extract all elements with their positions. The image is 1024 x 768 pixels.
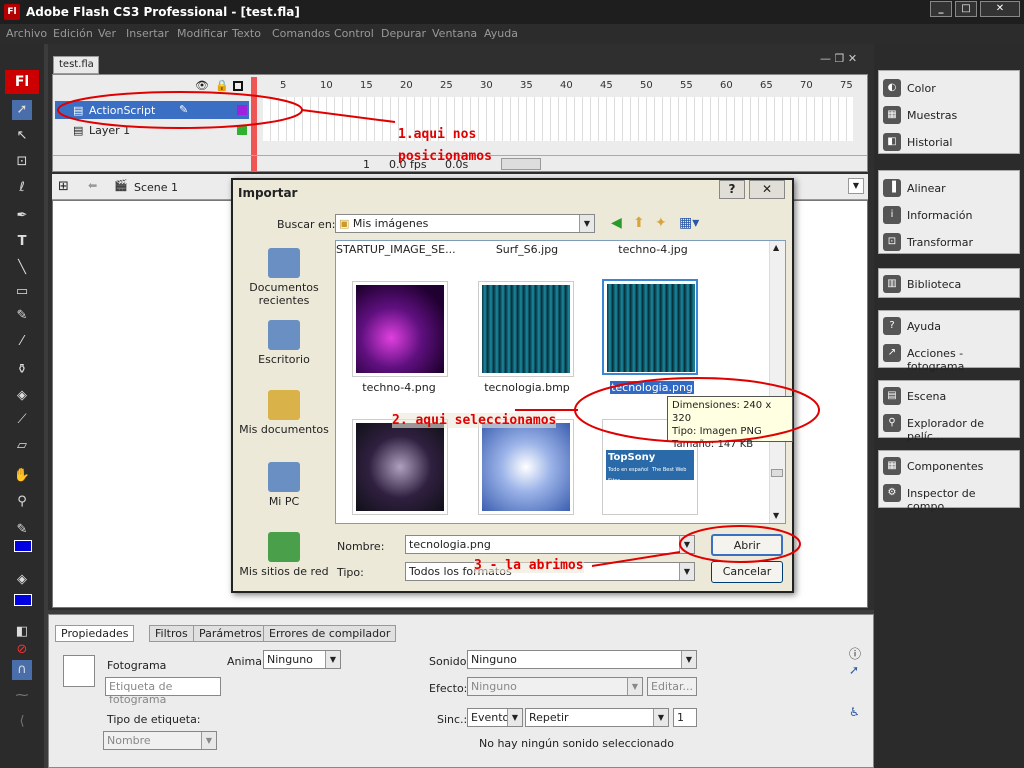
annotation-step1: 1.aqui nos posicionamos xyxy=(398,127,492,164)
annotation-step2: 2. aqui seleccionamos xyxy=(392,413,557,428)
annotation-circle-file xyxy=(574,377,820,443)
annotation-line-1 xyxy=(301,109,396,123)
annotation-line-3 xyxy=(591,551,681,567)
annotation-circle-layer xyxy=(57,91,303,129)
annotation-step3: 3 - la abrimos xyxy=(474,558,584,573)
annotation-overlay xyxy=(57,91,820,567)
annotation-circle-open xyxy=(679,525,801,563)
